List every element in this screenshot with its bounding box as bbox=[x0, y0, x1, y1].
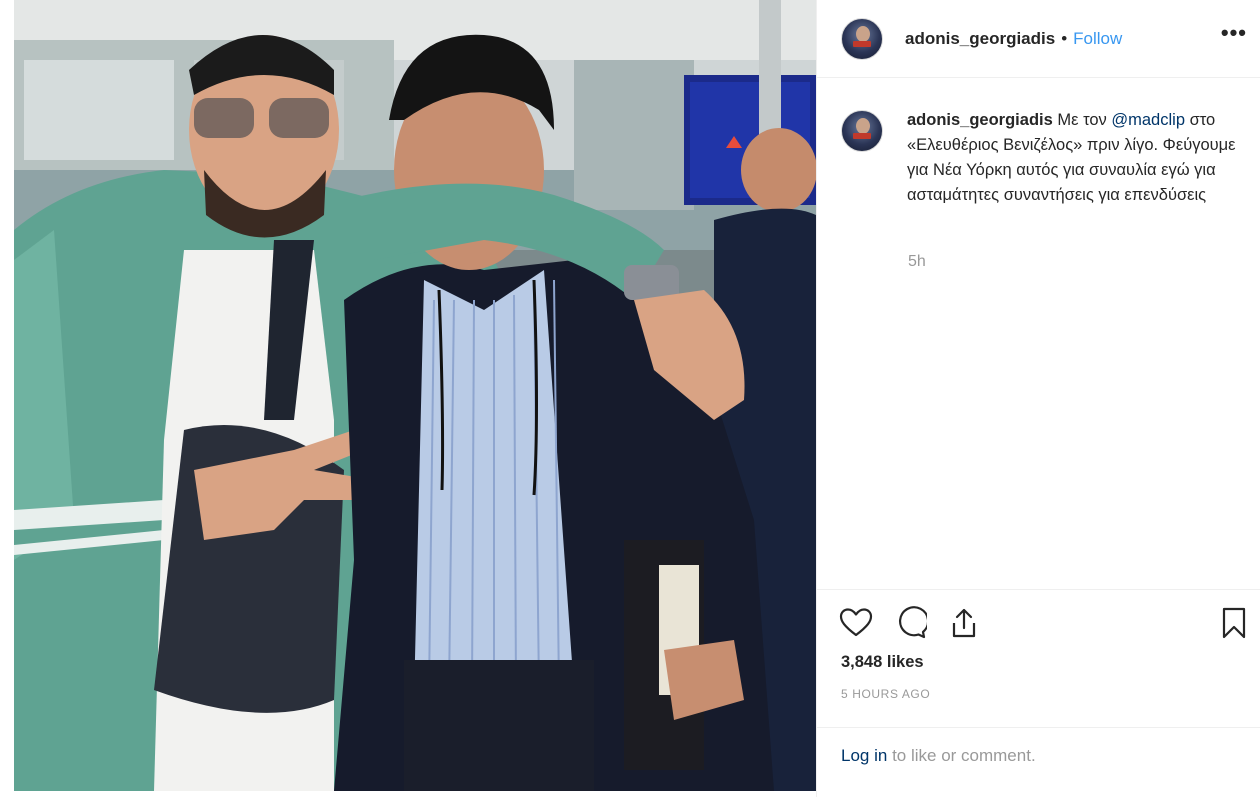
photo-illustration bbox=[14, 0, 816, 791]
login-prompt: Log in to like or comment. bbox=[817, 727, 1260, 784]
post-caption: adonis_georgiadis Με τον @madclip στο «Ε… bbox=[841, 108, 1251, 208]
posted-ago[interactable]: 5 HOURS AGO bbox=[841, 687, 930, 701]
author-avatar[interactable] bbox=[841, 17, 883, 60]
follow-button[interactable]: Follow bbox=[1073, 29, 1122, 49]
more-options-icon[interactable]: ••• bbox=[1221, 20, 1247, 46]
header-separator: • bbox=[1061, 28, 1068, 48]
post-header: adonis_georgiadis • Follow ••• bbox=[817, 0, 1260, 78]
caption-text: adonis_georgiadis Με τον @madclip στο «Ε… bbox=[907, 108, 1237, 208]
post-side-panel: adonis_georgiadis • Follow ••• adonis_ge… bbox=[816, 0, 1260, 797]
action-icons-row bbox=[839, 606, 981, 640]
post-photo[interactable] bbox=[0, 0, 816, 797]
post-image[interactable] bbox=[14, 0, 816, 791]
share-upload-icon[interactable] bbox=[947, 606, 981, 640]
heart-icon[interactable] bbox=[839, 606, 873, 640]
caption-timestamp[interactable]: 5h bbox=[908, 253, 926, 271]
login-link[interactable]: Log in bbox=[841, 746, 887, 765]
caption-username[interactable]: adonis_georgiadis bbox=[907, 111, 1053, 129]
caption-text-before: Με τον bbox=[1057, 111, 1107, 129]
author-username[interactable]: adonis_georgiadis bbox=[905, 29, 1055, 49]
likes-count[interactable]: 3,848 likes bbox=[841, 653, 924, 672]
post-actions-section: 3,848 likes 5 HOURS AGO Log in to like o… bbox=[817, 589, 1260, 797]
caption-mention-link[interactable]: @madclip bbox=[1111, 111, 1185, 129]
comment-bubble-icon[interactable] bbox=[893, 606, 930, 640]
bookmark-icon[interactable] bbox=[1217, 606, 1251, 640]
login-suffix: to like or comment. bbox=[892, 746, 1036, 765]
caption-avatar[interactable] bbox=[841, 110, 883, 152]
